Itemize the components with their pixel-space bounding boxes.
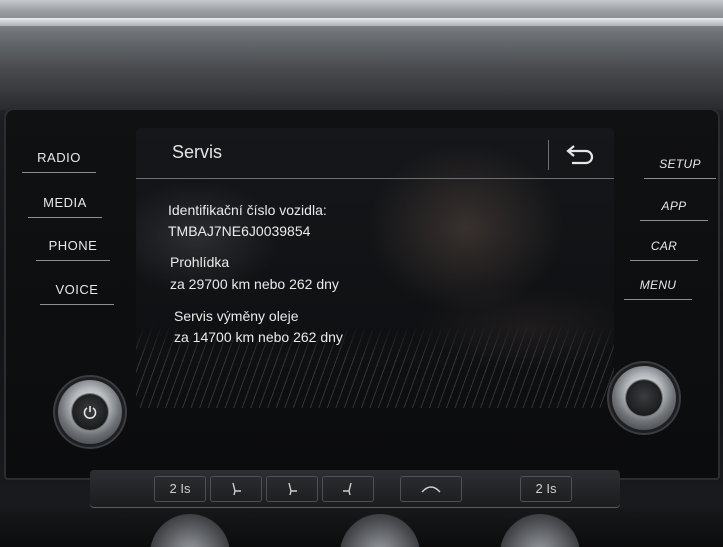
back-button[interactable] [560, 142, 598, 170]
power-volume-knob[interactable] [58, 380, 122, 444]
vin-label: Identifikační číslo vozidla: [168, 202, 327, 218]
car-infotainment-photo: RADIO MEDIA PHONE VOICE Servis Identifik… [0, 0, 723, 547]
dashboard-top [0, 0, 723, 110]
knob-center [626, 380, 662, 416]
app-button[interactable]: APP [640, 199, 708, 221]
recirculation-button[interactable] [400, 476, 462, 502]
tuning-knob[interactable] [612, 366, 676, 430]
back-arrow-icon [566, 145, 594, 165]
seat-icon [232, 482, 241, 496]
media-button[interactable]: MEDIA [28, 195, 102, 218]
inspection-label: Prohlídka [170, 254, 230, 270]
climate-control-strip: 2 Is 2 Is [90, 470, 620, 508]
inspection-value: za 29700 km nebo 262 dny [170, 276, 339, 292]
vin-value: TMBAJ7NE6J0039854 [168, 223, 311, 239]
menu-button[interactable]: MENU [624, 278, 692, 300]
oil-service-label: Servis výměny oleje [174, 308, 299, 324]
page-title: Servis [172, 142, 223, 162]
left-temp-display: 2 Is [154, 476, 206, 502]
header-divider [136, 178, 614, 179]
car-button[interactable]: CAR [630, 239, 698, 261]
dashboard-trim [0, 18, 723, 26]
power-icon [83, 406, 97, 419]
seat-heat-middle-button[interactable] [266, 476, 318, 502]
seat-icon [288, 482, 297, 496]
seat-heat-right-button[interactable] [322, 476, 374, 502]
touch-screen[interactable]: Servis Identifikační číslo vozidla: TMBA… [136, 128, 614, 408]
phone-button[interactable]: PHONE [36, 238, 110, 261]
right-temp-display: 2 Is [520, 476, 572, 502]
seat-icon [343, 482, 352, 496]
voice-button[interactable]: VOICE [40, 282, 114, 305]
setup-button[interactable]: SETUP [644, 157, 716, 179]
header-separator [548, 140, 549, 170]
oil-service-value: za 14700 km nebo 262 dny [174, 329, 343, 345]
car-recirculation-icon [421, 486, 441, 493]
seat-heat-left-button[interactable] [210, 476, 262, 502]
radio-button[interactable]: RADIO [22, 150, 96, 173]
